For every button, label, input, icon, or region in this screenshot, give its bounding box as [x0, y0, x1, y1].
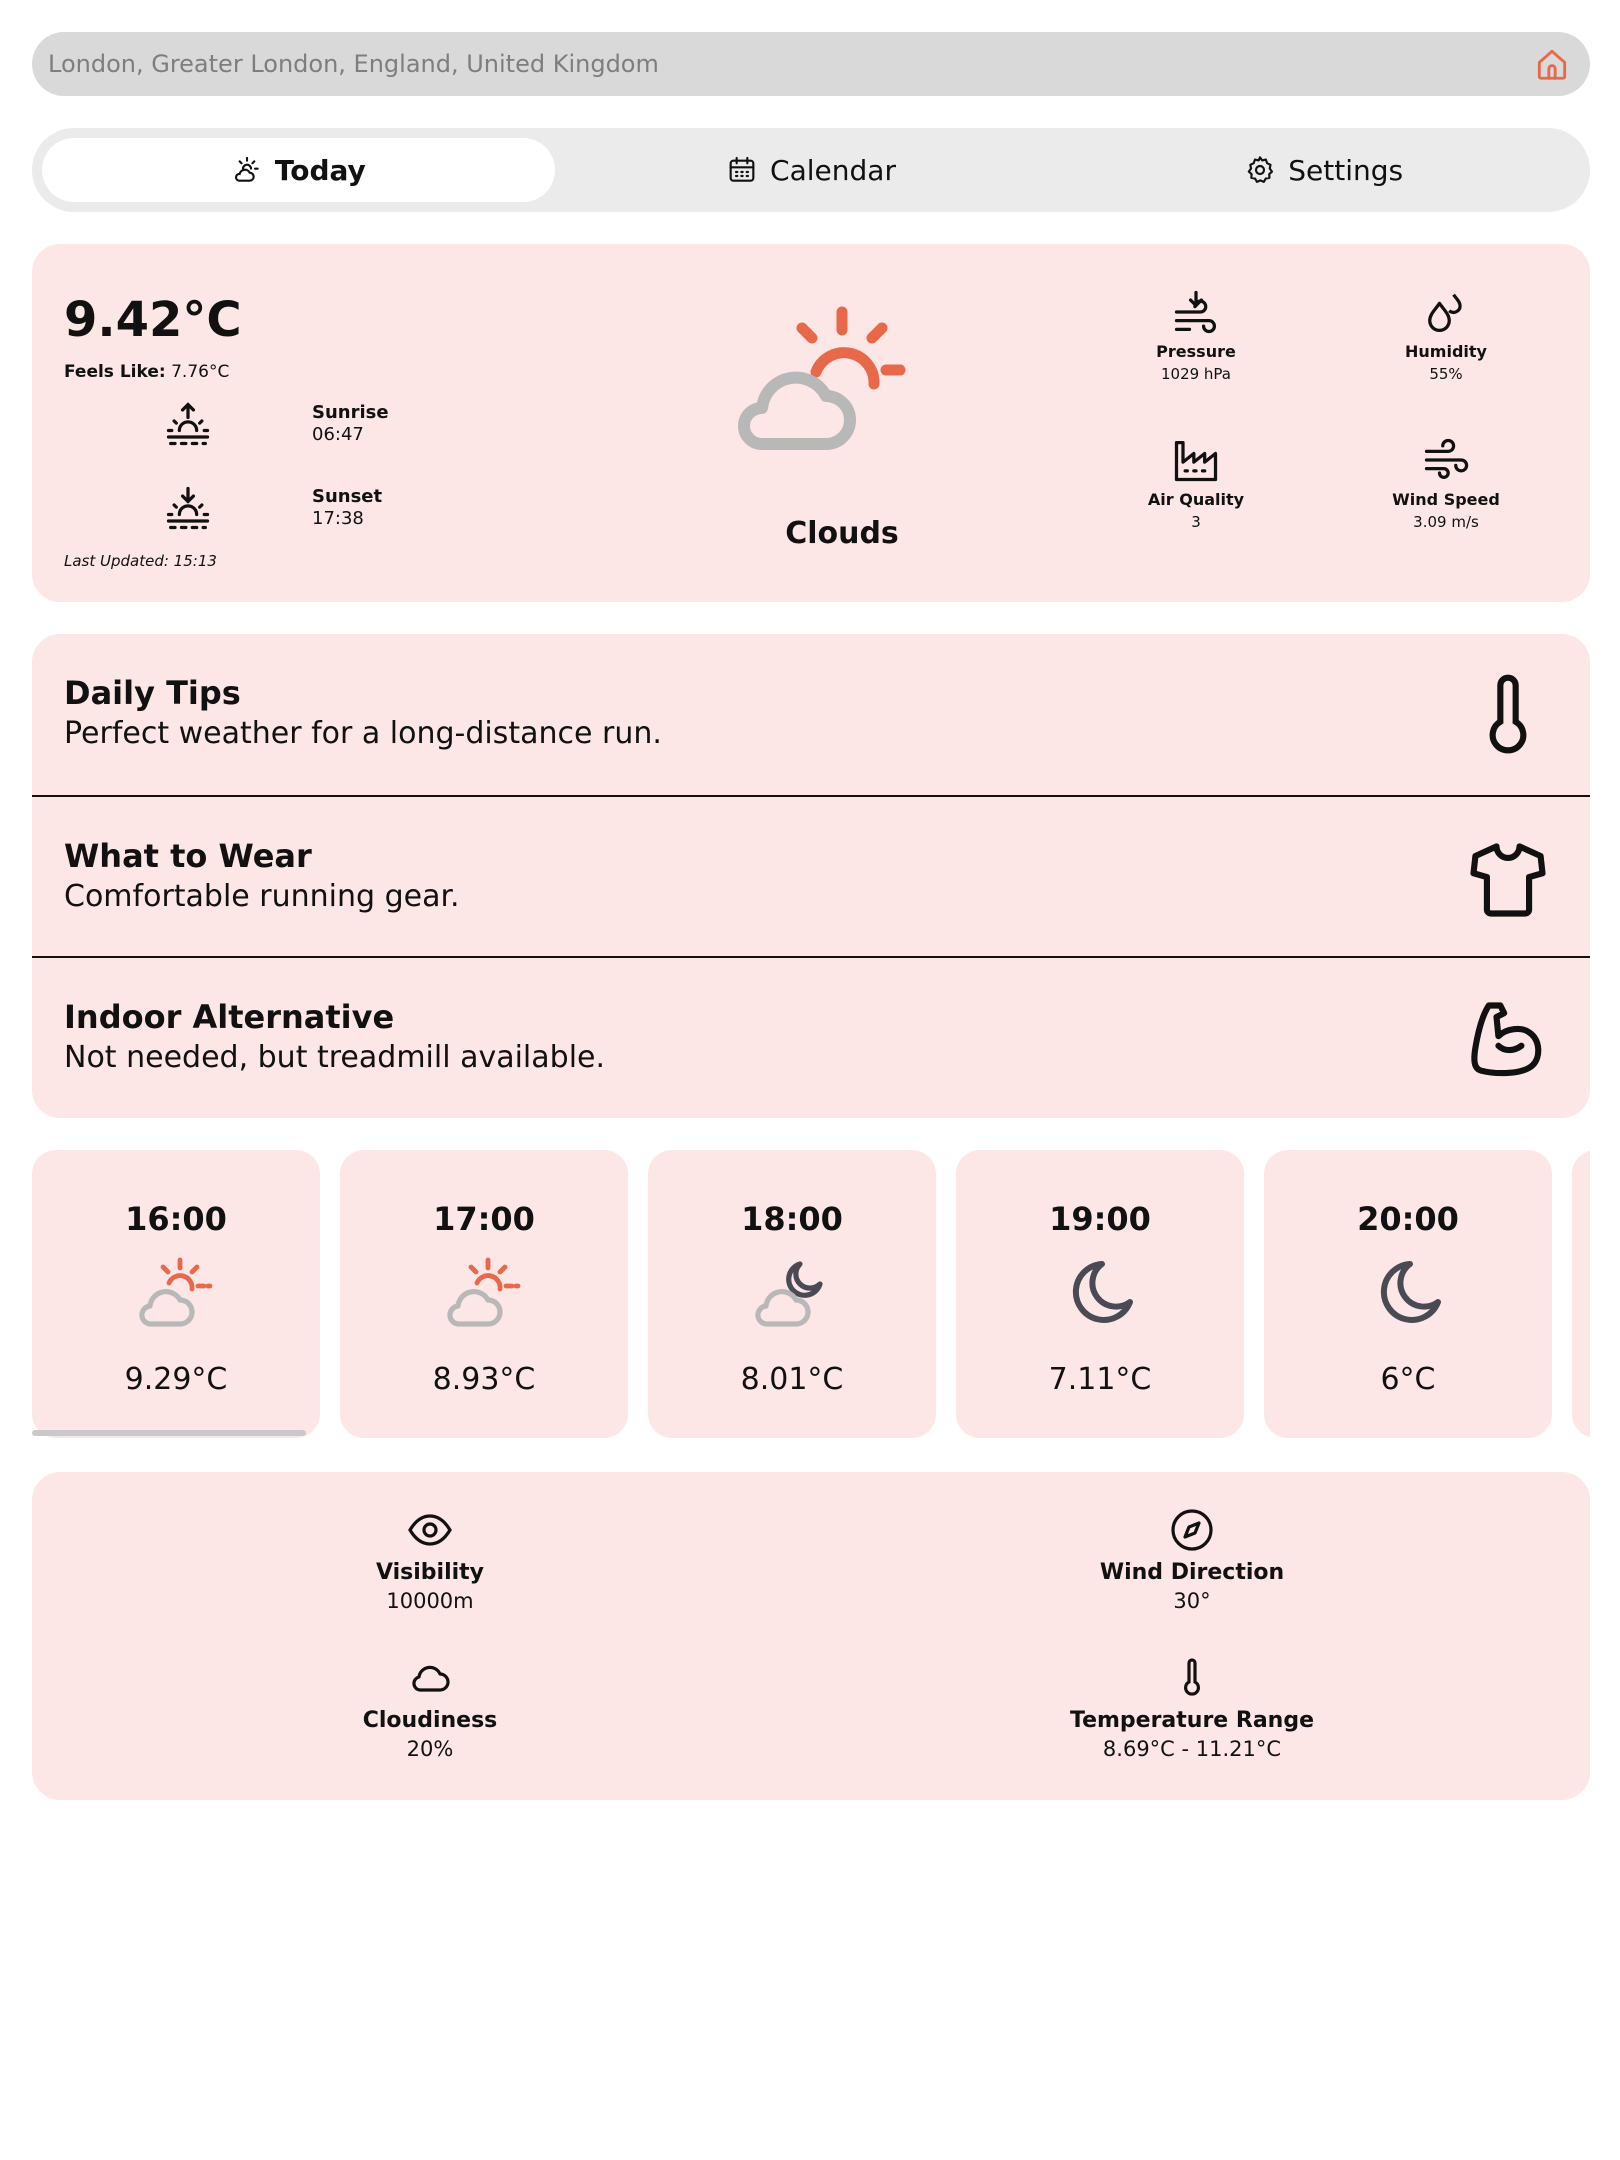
- calendar-icon: [729, 156, 755, 182]
- daily-tips-title: Daily Tips: [64, 674, 241, 712]
- sunrise-label: Sunrise: [312, 402, 389, 423]
- hour-temperature: 6°C: [1380, 1362, 1436, 1397]
- hourly-forecast-card[interactable]: 16:00 9.29°C: [32, 1150, 320, 1438]
- sun-cloud-icon: [234, 156, 259, 182]
- wind-speed-stat: Wind Speed 3.09 m/s: [1356, 434, 1536, 531]
- what-to-wear-title: What to Wear: [64, 837, 312, 875]
- visibility-label: Visibility: [375, 1560, 485, 1585]
- weather-details-card: Visibility 10000m Wind Direction 30° Clo…: [32, 1472, 1590, 1800]
- tab-today[interactable]: Today: [42, 138, 555, 202]
- factory-icon: [1174, 441, 1218, 482]
- thermometer-icon: [1489, 674, 1527, 754]
- humidity-stat: Humidity 55%: [1356, 286, 1536, 383]
- wind-direction-label: Wind Direction: [1099, 1560, 1285, 1585]
- tab-today-label: Today: [274, 153, 366, 187]
- what-to-wear-text: Comfortable running gear.: [64, 879, 460, 914]
- hour-temperature: 8.01°C: [740, 1362, 844, 1397]
- moon-icon: [1380, 1261, 1441, 1323]
- sun-cloud-icon: [139, 1257, 213, 1327]
- compass-icon: [1171, 1509, 1213, 1551]
- hour-temperature: 9.29°C: [124, 1362, 228, 1397]
- eye-icon: [408, 1514, 452, 1546]
- pressure-value: 1029 hPa: [1160, 365, 1231, 383]
- tab-calendar-label: Calendar: [770, 153, 896, 187]
- hourly-forecast-card[interactable]: 18:00 8.01°C: [648, 1150, 936, 1438]
- air-quality-value: 3: [1191, 513, 1201, 531]
- tab-settings-label: Settings: [1288, 153, 1404, 187]
- home-button[interactable]: [1530, 42, 1574, 86]
- sunrise-row: Sunrise 06:47: [162, 398, 389, 450]
- wind-icon: [1424, 438, 1469, 479]
- indoor-alternative-title: Indoor Alternative: [64, 998, 395, 1036]
- hour-time: 18:00: [741, 1200, 843, 1238]
- wind-direction-value: 30°: [1173, 1589, 1211, 1613]
- temperature-range-value: 8.69°C - 11.21°C: [1102, 1737, 1282, 1761]
- humidity-label: Humidity: [1405, 342, 1487, 361]
- hourly-scrollbar[interactable]: [32, 1430, 306, 1436]
- current-weather-card: 9.42°C Feels Like: 7.76°C Sunrise 06:47 …: [32, 244, 1590, 602]
- sunset-row: Sunset 17:38: [162, 482, 382, 534]
- cloud-icon: [412, 1665, 450, 1692]
- hourly-forecast-strip[interactable]: 16:00 9.29°C 17:00 8.93°C 18:00 8.01°C 1…: [32, 1150, 1590, 1440]
- cloudiness-detail: Cloudiness 20%: [230, 1654, 630, 1761]
- hour-temperature: 8.93°C: [432, 1362, 536, 1397]
- sunset-icon: [166, 486, 210, 530]
- indoor-alternative-text: Not needed, but treadmill available.: [64, 1040, 606, 1075]
- tab-calendar[interactable]: Calendar: [555, 138, 1068, 202]
- partly-cloudy-icon: [738, 306, 906, 450]
- temperature-range-detail: Temperature Range 8.69°C - 11.21°C: [992, 1654, 1392, 1761]
- moon-icon: [1072, 1261, 1133, 1323]
- feels-like-label: Feels Like:: [64, 362, 166, 382]
- sun-cloud-icon: [447, 1257, 521, 1327]
- feels-like-value: 7.76°C: [171, 362, 230, 382]
- wind-speed-label: Wind Speed: [1392, 490, 1500, 509]
- main-tab-bar: Today Calendar Settings: [32, 128, 1590, 212]
- current-temperature: 9.42°C: [64, 292, 242, 348]
- air-quality-label: Air Quality: [1147, 490, 1245, 509]
- condition-text: Clouds: [785, 516, 899, 551]
- muscle-icon: [1471, 1002, 1542, 1077]
- hour-time: 20:00: [1357, 1200, 1459, 1238]
- humidity-icon: [1428, 293, 1462, 333]
- hour-time: 19:00: [1049, 1200, 1151, 1238]
- daily-tips-section: Daily Tips Perfect weather for a long-di…: [32, 634, 1590, 795]
- gear-icon: [1247, 156, 1274, 183]
- feels-like: Feels Like: 7.76°C: [64, 362, 229, 382]
- hourly-forecast-card[interactable]: 19:00 7.11°C: [956, 1150, 1244, 1438]
- tab-settings[interactable]: Settings: [1067, 138, 1580, 202]
- humidity-value: 55%: [1429, 365, 1463, 383]
- hour-time: 16:00: [125, 1200, 227, 1238]
- thermometer-icon: [1184, 1658, 1200, 1696]
- pressure-label: Pressure: [1156, 342, 1236, 361]
- cloudiness-label: Cloudiness: [362, 1708, 498, 1733]
- location-search-bar[interactable]: [32, 32, 1590, 96]
- wind-speed-value: 3.09 m/s: [1413, 513, 1479, 531]
- home-icon: [1537, 49, 1567, 80]
- daily-tips-text: Perfect weather for a long-distance run.: [64, 716, 662, 751]
- shirt-icon: [1470, 843, 1546, 917]
- sunset-label: Sunset: [312, 486, 383, 507]
- indoor-alternative-section: Indoor Alternative Not needed, but tread…: [32, 956, 1590, 1117]
- hourly-forecast-card-partial[interactable]: [1572, 1150, 1590, 1438]
- pressure-icon: [1174, 290, 1217, 334]
- cloudiness-value: 20%: [406, 1737, 454, 1761]
- air-quality-stat: Air Quality 3: [1106, 434, 1286, 531]
- hour-temperature: 7.11°C: [1048, 1362, 1152, 1397]
- sunrise-icon: [166, 402, 210, 446]
- visibility-value: 10000m: [386, 1589, 474, 1613]
- hour-time: 17:00: [433, 1200, 535, 1238]
- hourly-forecast-card[interactable]: 17:00 8.93°C: [340, 1150, 628, 1438]
- wind-direction-detail: Wind Direction 30°: [992, 1506, 1392, 1613]
- what-to-wear-section: What to Wear Comfortable running gear.: [32, 795, 1590, 956]
- last-updated: Last Updated: 15:13: [64, 552, 217, 570]
- activity-tips-card: Daily Tips Perfect weather for a long-di…: [32, 634, 1590, 1118]
- moon-cloud-icon: [755, 1261, 823, 1327]
- hourly-forecast-card[interactable]: 20:00 6°C: [1264, 1150, 1552, 1438]
- location-search-input[interactable]: [48, 50, 1530, 78]
- sunset-time: 17:38: [312, 508, 364, 529]
- sunrise-time: 06:47: [312, 424, 364, 445]
- visibility-detail: Visibility 10000m: [230, 1506, 630, 1613]
- pressure-stat: Pressure 1029 hPa: [1106, 286, 1286, 383]
- temperature-range-label: Temperature Range: [1069, 1708, 1315, 1733]
